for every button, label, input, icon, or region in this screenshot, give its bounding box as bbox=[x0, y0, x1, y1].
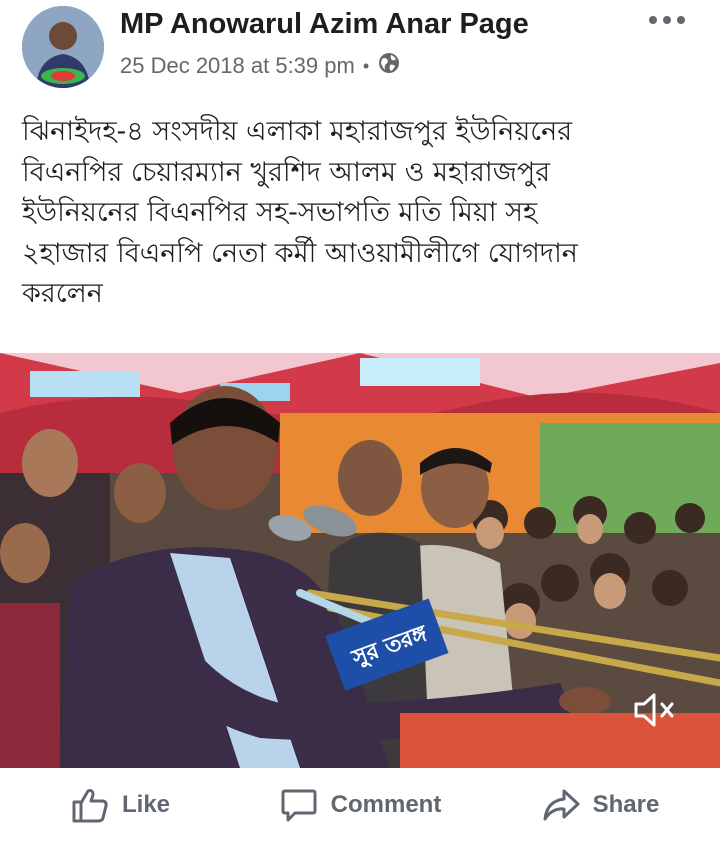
thumbs-up-icon bbox=[70, 785, 110, 825]
share-label: Share bbox=[592, 791, 660, 818]
post-text: ঝিনাইদহ-৪ সংসদীয় এলাকা মহারাজপুর ইউনিয়… bbox=[22, 116, 578, 309]
post-video[interactable]: সুর তরঙ্গ bbox=[0, 353, 720, 768]
globe-icon bbox=[377, 51, 401, 81]
post-actions: Like Comment Share bbox=[0, 768, 720, 842]
post-timestamp[interactable]: 25 Dec 2018 at 5:39 pm bbox=[120, 53, 355, 79]
comment-label: Comment bbox=[330, 791, 442, 818]
like-button[interactable]: Like bbox=[0, 768, 240, 842]
author-name[interactable]: MP Anowarul Azim Anar Page bbox=[120, 8, 529, 41]
comment-button[interactable]: Comment bbox=[240, 768, 480, 842]
more-options-icon[interactable] bbox=[645, 8, 689, 32]
share-button[interactable]: Share bbox=[480, 768, 720, 842]
post-meta: 25 Dec 2018 at 5:39 pm • bbox=[120, 51, 401, 81]
speaker-muted-icon[interactable] bbox=[630, 688, 680, 732]
video-frame: সুর তরঙ্গ bbox=[0, 353, 720, 768]
avatar[interactable] bbox=[22, 6, 104, 88]
meta-separator: • bbox=[362, 55, 370, 76]
comment-icon bbox=[279, 785, 319, 825]
like-label: Like bbox=[121, 791, 171, 818]
share-arrow-icon bbox=[541, 785, 581, 825]
post-header: MP Anowarul Azim Anar Page 25 Dec 2018 a… bbox=[0, 0, 720, 90]
